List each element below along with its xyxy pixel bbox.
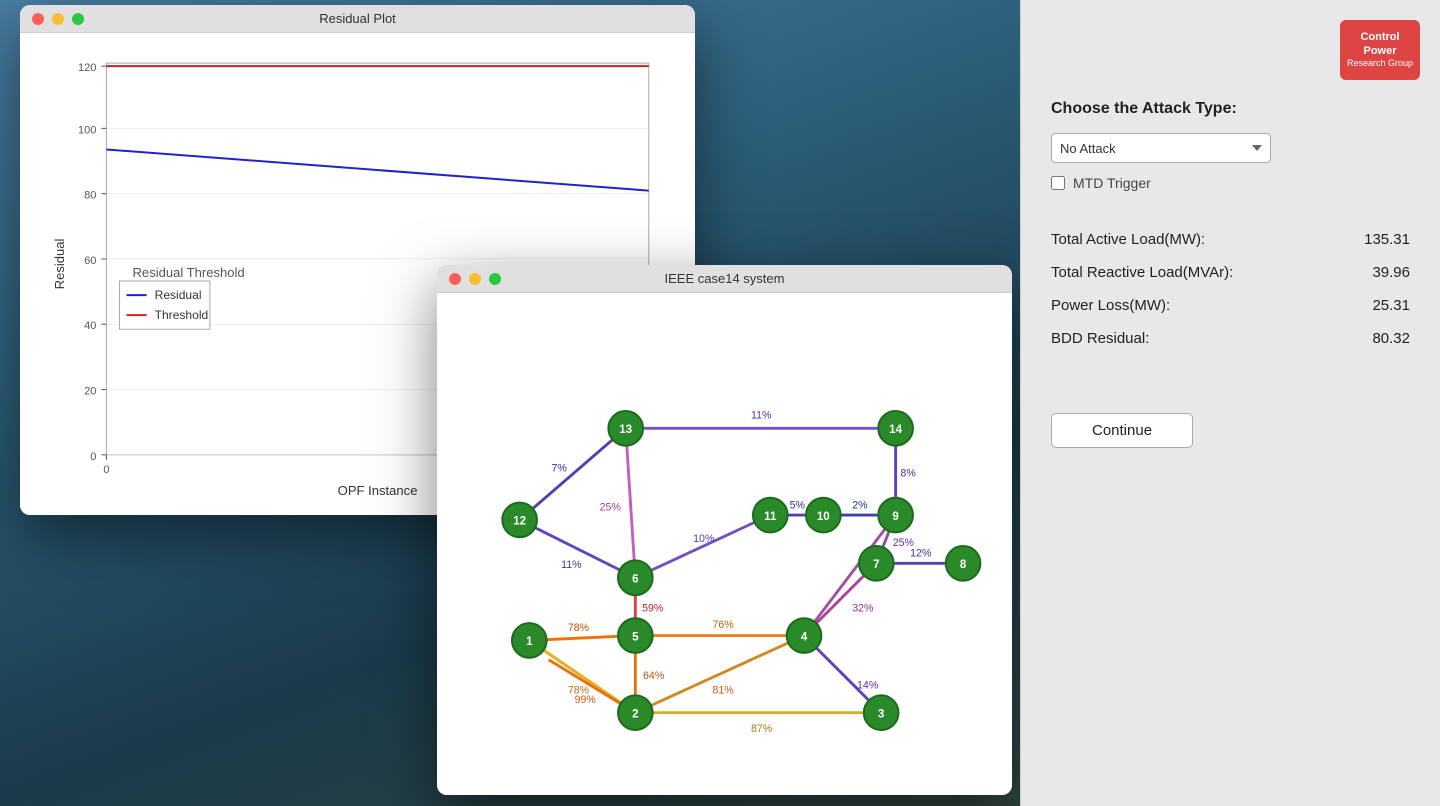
stat-value-reactive-load: 39.96 xyxy=(1372,264,1410,281)
svg-text:99%: 99% xyxy=(575,694,597,706)
network-graph-svg: 78% 87% 81% 64% 78% 99% 14% xyxy=(447,303,1002,785)
svg-text:10: 10 xyxy=(817,511,830,523)
svg-text:3: 3 xyxy=(878,709,884,721)
svg-text:Residual: Residual xyxy=(155,288,202,302)
ieee-minimize-button[interactable] xyxy=(469,273,481,285)
svg-text:25%: 25% xyxy=(893,537,915,549)
ieee-maximize-button[interactable] xyxy=(489,273,501,285)
svg-text:Threshold: Threshold xyxy=(155,308,209,322)
maximize-button[interactable] xyxy=(72,13,84,25)
svg-text:12%: 12% xyxy=(910,548,932,560)
svg-text:64%: 64% xyxy=(643,670,665,682)
stat-row-bdd-residual: BDD Residual: 80.32 xyxy=(1051,330,1410,347)
stat-label-power-loss: Power Loss(MW): xyxy=(1051,297,1170,314)
logo-line1: Control xyxy=(1360,30,1399,44)
svg-text:120: 120 xyxy=(78,62,96,74)
stat-label-active-load: Total Active Load(MW): xyxy=(1051,231,1205,248)
svg-text:5: 5 xyxy=(632,631,639,643)
stat-value-active-load: 135.31 xyxy=(1364,231,1410,248)
svg-text:9: 9 xyxy=(892,511,898,523)
residual-threshold-text: Residual Threshold xyxy=(133,265,245,280)
y-axis-label: Residual xyxy=(52,238,67,289)
svg-text:76%: 76% xyxy=(712,619,734,631)
svg-text:11: 11 xyxy=(764,511,777,523)
svg-text:4: 4 xyxy=(801,631,808,643)
stats-section: Total Active Load(MW): 135.31 Total Reac… xyxy=(1051,231,1410,347)
residual-titlebar: Residual Plot xyxy=(20,5,695,33)
svg-text:78%: 78% xyxy=(568,622,590,634)
minimize-button[interactable] xyxy=(52,13,64,25)
svg-text:8%: 8% xyxy=(900,468,916,480)
attack-type-label: Choose the Attack Type: xyxy=(1051,100,1410,118)
logo-line2: Power xyxy=(1363,44,1396,58)
svg-text:60: 60 xyxy=(84,255,96,267)
svg-text:11%: 11% xyxy=(561,559,582,571)
svg-text:0: 0 xyxy=(90,451,96,463)
x-axis-label: OPF Instance xyxy=(338,483,418,498)
continue-button[interactable]: Continue xyxy=(1051,413,1193,448)
svg-text:81%: 81% xyxy=(712,684,734,696)
svg-text:59%: 59% xyxy=(642,602,664,614)
svg-text:2%: 2% xyxy=(852,499,868,511)
mtd-checkbox[interactable] xyxy=(1051,176,1065,190)
svg-text:0: 0 xyxy=(103,464,109,476)
mtd-label: MTD Trigger xyxy=(1073,175,1151,191)
stat-value-power-loss: 25.31 xyxy=(1372,297,1410,314)
stat-row-reactive-load: Total Reactive Load(MVAr): 39.96 xyxy=(1051,264,1410,281)
stat-value-bdd-residual: 80.32 xyxy=(1372,330,1410,347)
ieee-titlebar: IEEE case14 system xyxy=(437,265,1012,293)
ieee-window-title: IEEE case14 system xyxy=(665,271,785,286)
svg-text:25%: 25% xyxy=(600,501,622,513)
company-logo: Control Power Research Group xyxy=(1340,20,1420,80)
svg-text:13: 13 xyxy=(619,424,632,436)
svg-text:1: 1 xyxy=(526,636,533,648)
ieee-window: IEEE case14 system 78% 87% 81% 64% xyxy=(437,265,1012,795)
residual-window-title: Residual Plot xyxy=(319,11,396,26)
svg-text:2: 2 xyxy=(632,709,638,721)
svg-text:100: 100 xyxy=(78,124,96,136)
svg-text:80: 80 xyxy=(84,190,96,202)
svg-text:14%: 14% xyxy=(857,680,879,692)
svg-text:8: 8 xyxy=(960,559,967,571)
svg-text:7%: 7% xyxy=(551,463,567,475)
svg-text:32%: 32% xyxy=(852,602,874,614)
mtd-trigger-row: MTD Trigger xyxy=(1051,175,1410,191)
svg-text:14: 14 xyxy=(889,424,902,436)
svg-text:12: 12 xyxy=(513,516,526,528)
svg-text:40: 40 xyxy=(84,320,96,332)
stat-row-active-load: Total Active Load(MW): 135.31 xyxy=(1051,231,1410,248)
stat-label-bdd-residual: BDD Residual: xyxy=(1051,330,1149,347)
svg-text:11%: 11% xyxy=(751,410,772,422)
svg-text:87%: 87% xyxy=(751,723,773,735)
stat-row-power-loss: Power Loss(MW): 25.31 xyxy=(1051,297,1410,314)
stat-label-reactive-load: Total Reactive Load(MVAr): xyxy=(1051,264,1233,281)
ieee-network-content: 78% 87% 81% 64% 78% 99% 14% xyxy=(437,293,1012,795)
close-button[interactable] xyxy=(32,13,44,25)
ieee-close-button[interactable] xyxy=(449,273,461,285)
svg-text:20: 20 xyxy=(84,386,96,398)
svg-text:5%: 5% xyxy=(790,499,806,511)
svg-text:6: 6 xyxy=(632,574,638,586)
logo-line3: Research Group xyxy=(1347,58,1413,70)
attack-type-dropdown[interactable]: No Attack FDI Attack Replay Attack xyxy=(1051,133,1271,163)
svg-text:7: 7 xyxy=(873,559,879,571)
svg-text:10%: 10% xyxy=(693,533,715,545)
control-panel: Control Power Research Group Choose the … xyxy=(1020,0,1440,806)
